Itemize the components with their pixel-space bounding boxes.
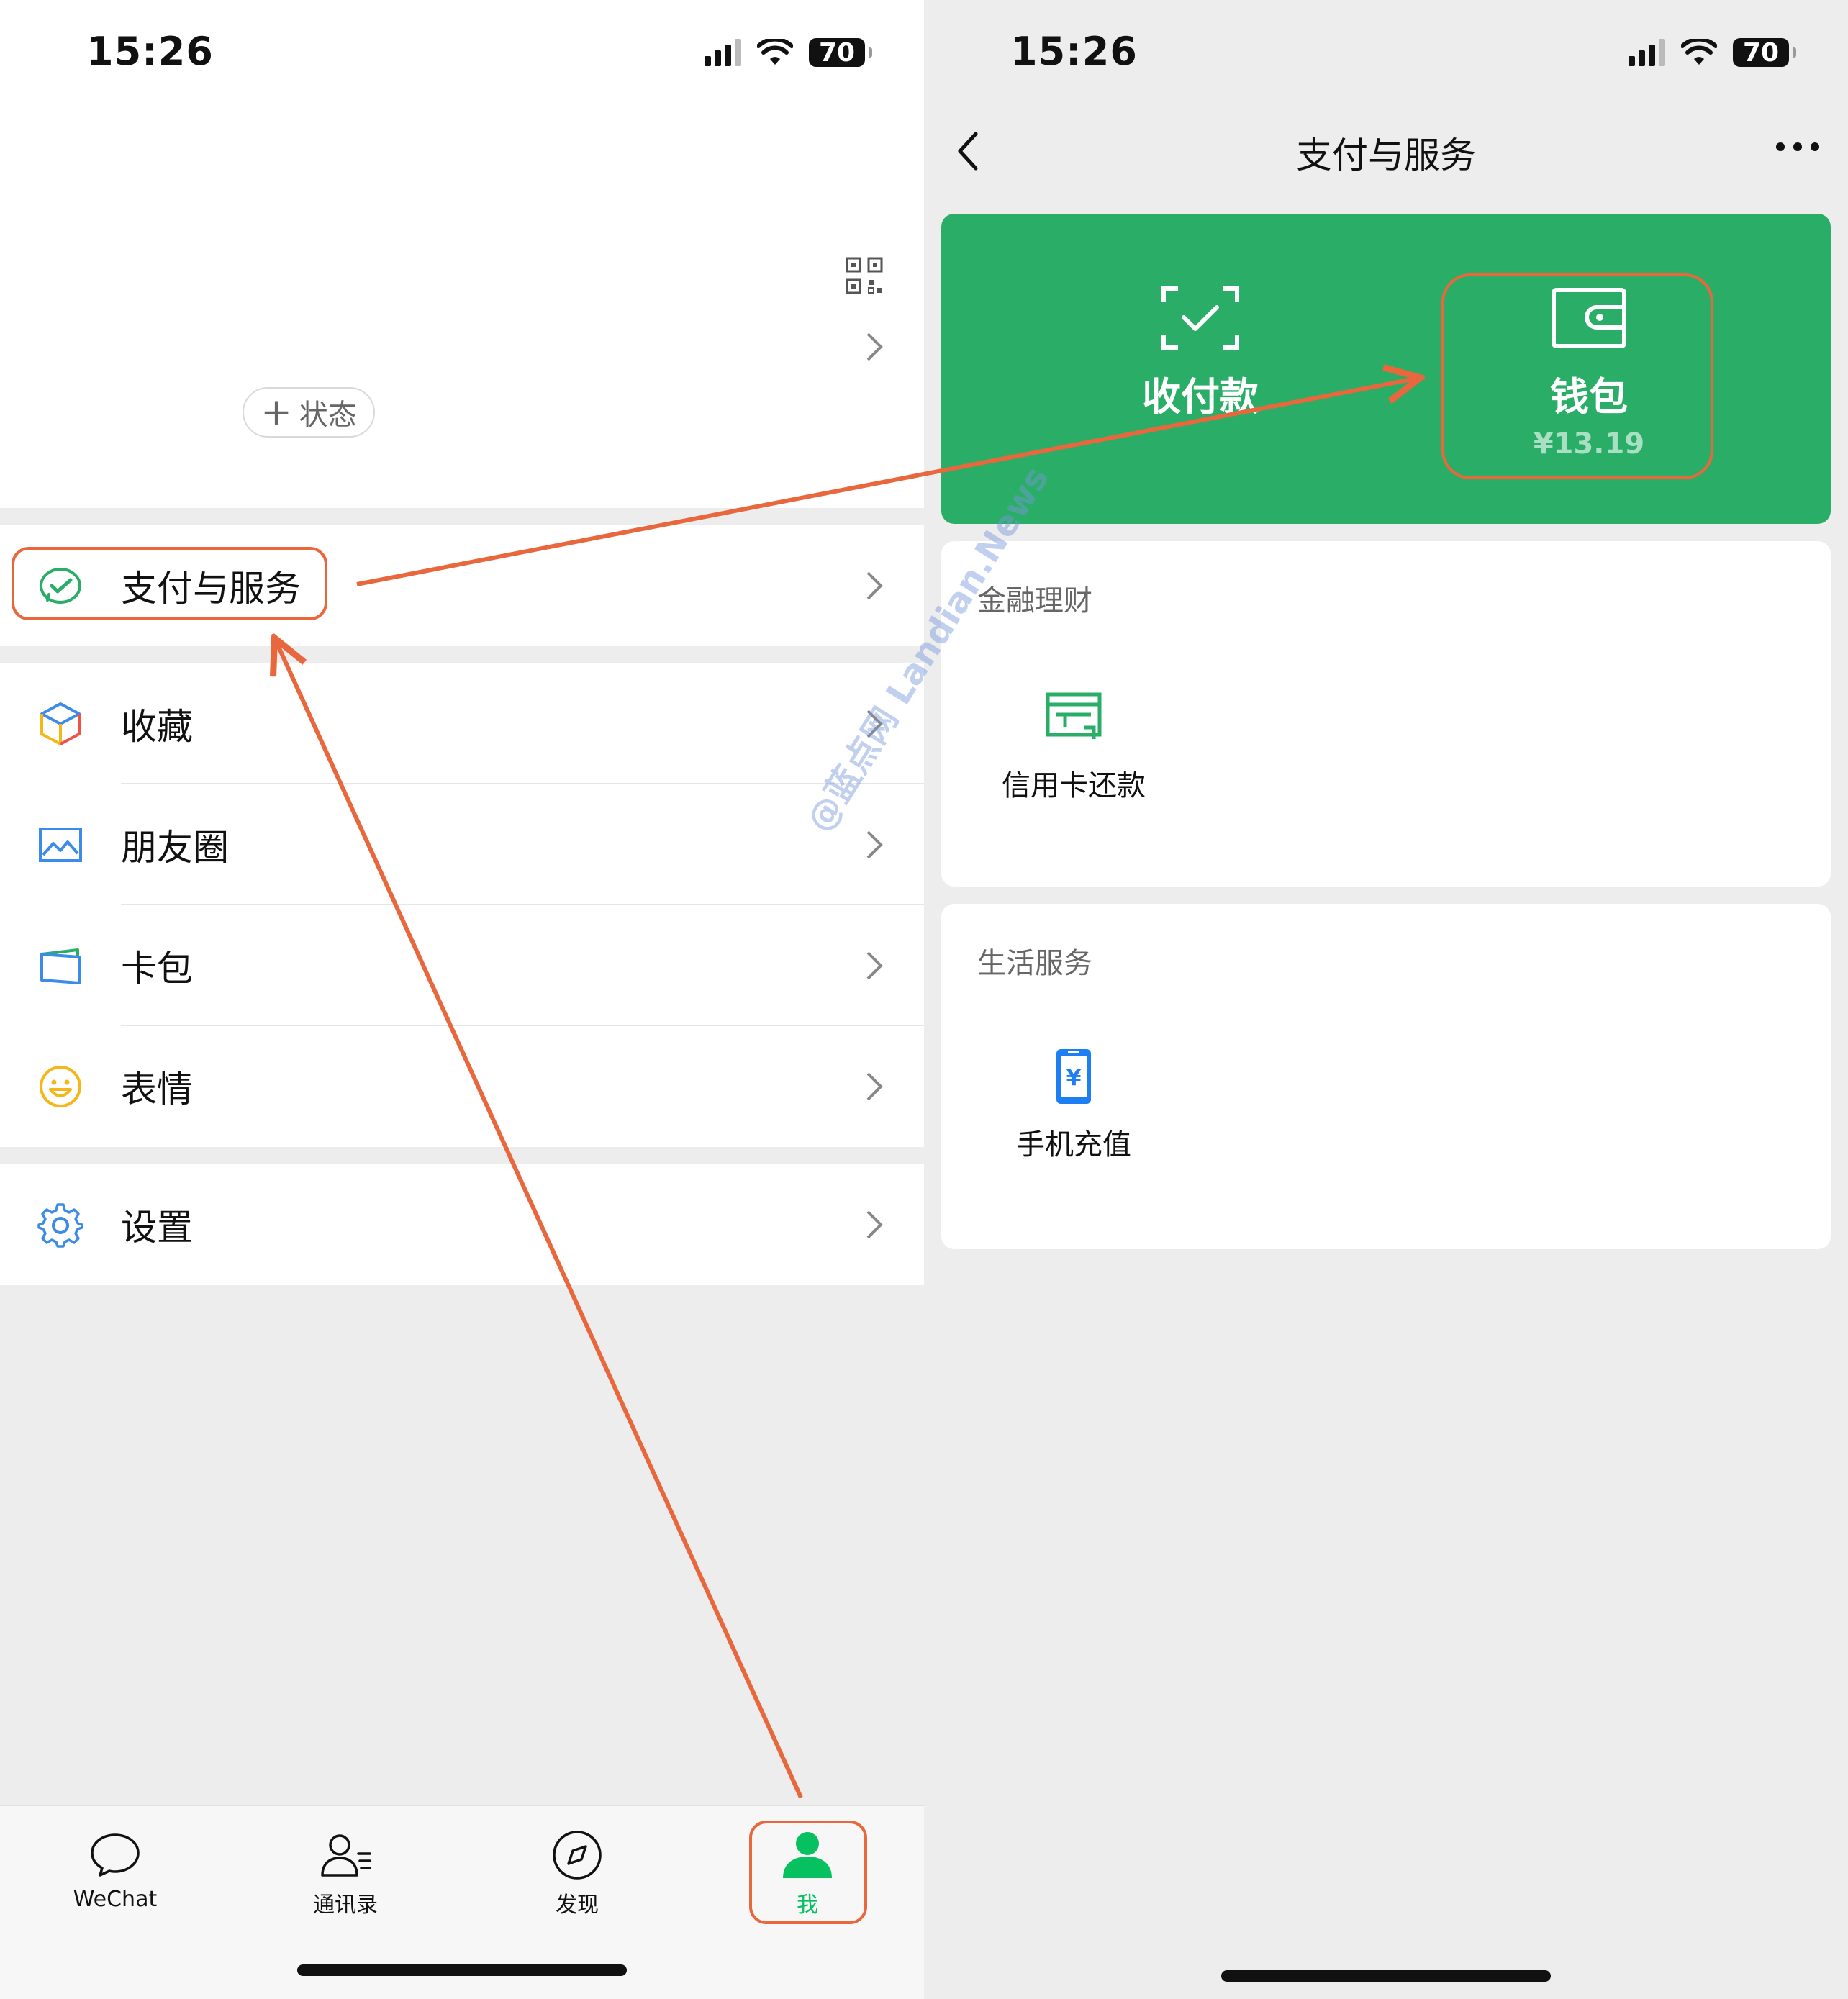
menu-group-settings: 设置 <box>0 1164 924 1285</box>
nav-bar: 支付与服务 <box>924 108 1848 194</box>
highlight-tab-me <box>749 1821 867 1924</box>
highlight-pay-services <box>12 547 327 620</box>
menu-group-main: 收藏 朋友圈 卡包 表情 <box>0 663 924 1147</box>
qr-code-icon[interactable] <box>846 257 883 294</box>
section-finance: 金融理财 信用卡还款 <box>941 541 1831 887</box>
cellular-signal-icon <box>1629 39 1665 66</box>
status-bar: 15:26 70 <box>924 0 1848 108</box>
credit-card-repay-icon <box>1046 692 1102 739</box>
more-icon[interactable] <box>1776 142 1819 151</box>
contacts-icon <box>321 1834 371 1877</box>
chevron-right-icon <box>866 1210 883 1239</box>
mobile-topup-button[interactable]: ¥ 手机充值 <box>995 1048 1153 1163</box>
page-title: 支付与服务 <box>1296 135 1476 176</box>
status-bar: 15:26 70 <box>0 0 924 108</box>
chevron-right-icon <box>866 1072 883 1101</box>
menu-item-card-pack[interactable]: 卡包 <box>0 905 924 1026</box>
home-indicator <box>1221 1970 1551 1982</box>
svg-text:¥: ¥ <box>1066 1066 1082 1091</box>
scan-check-icon <box>1161 286 1239 350</box>
chevron-right-icon <box>866 332 883 361</box>
favorites-cube-icon <box>40 702 81 745</box>
menu-item-favorites[interactable]: 收藏 <box>0 663 924 784</box>
menu-item-stickers[interactable]: 表情 <box>0 1026 924 1147</box>
menu-item-moments[interactable]: 朋友圈 <box>0 784 924 905</box>
chat-bubble-icon <box>91 1833 140 1877</box>
status-time: 15:26 <box>86 29 214 74</box>
receive-pay-button[interactable]: 收付款 <box>1056 214 1344 524</box>
chevron-right-icon <box>866 830 883 859</box>
section-life-services: 生活服务 ¥ 手机充值 <box>941 904 1831 1249</box>
profile-header[interactable]: 15:26 70 + 状态 <box>0 0 924 508</box>
card-pack-icon <box>40 948 81 984</box>
smiley-icon <box>40 1066 81 1107</box>
highlight-wallet <box>1441 273 1713 479</box>
plus-icon: + <box>261 391 292 434</box>
battery-icon: 70 <box>809 38 872 68</box>
chevron-right-icon <box>866 951 883 980</box>
wifi-icon <box>1681 39 1717 65</box>
tab-contacts[interactable]: 通讯录 <box>288 1828 403 1928</box>
status-time: 15:26 <box>1010 29 1138 74</box>
tab-discover[interactable]: 发现 <box>520 1828 635 1928</box>
add-status-button[interactable]: + 状态 <box>243 387 375 438</box>
moments-image-icon <box>39 828 82 862</box>
cellular-signal-icon <box>705 39 741 66</box>
compass-icon <box>553 1831 602 1880</box>
chevron-right-icon <box>866 571 883 600</box>
battery-icon: 70 <box>1733 38 1796 68</box>
gear-icon <box>37 1203 83 1248</box>
home-indicator <box>297 1964 627 1976</box>
section-title: 生活服务 <box>977 947 1092 980</box>
credit-card-repay-button[interactable]: 信用卡还款 <box>995 689 1153 804</box>
me-screen: 15:26 70 + 状态 支付与服务 收藏 朋友圈 卡包 表情 设置 WeCh… <box>0 0 924 1999</box>
tab-chats[interactable]: WeChat <box>58 1828 173 1928</box>
menu-item-settings[interactable]: 设置 <box>0 1164 924 1285</box>
wifi-icon <box>757 39 793 65</box>
phone-topup-icon: ¥ <box>1056 1049 1091 1104</box>
